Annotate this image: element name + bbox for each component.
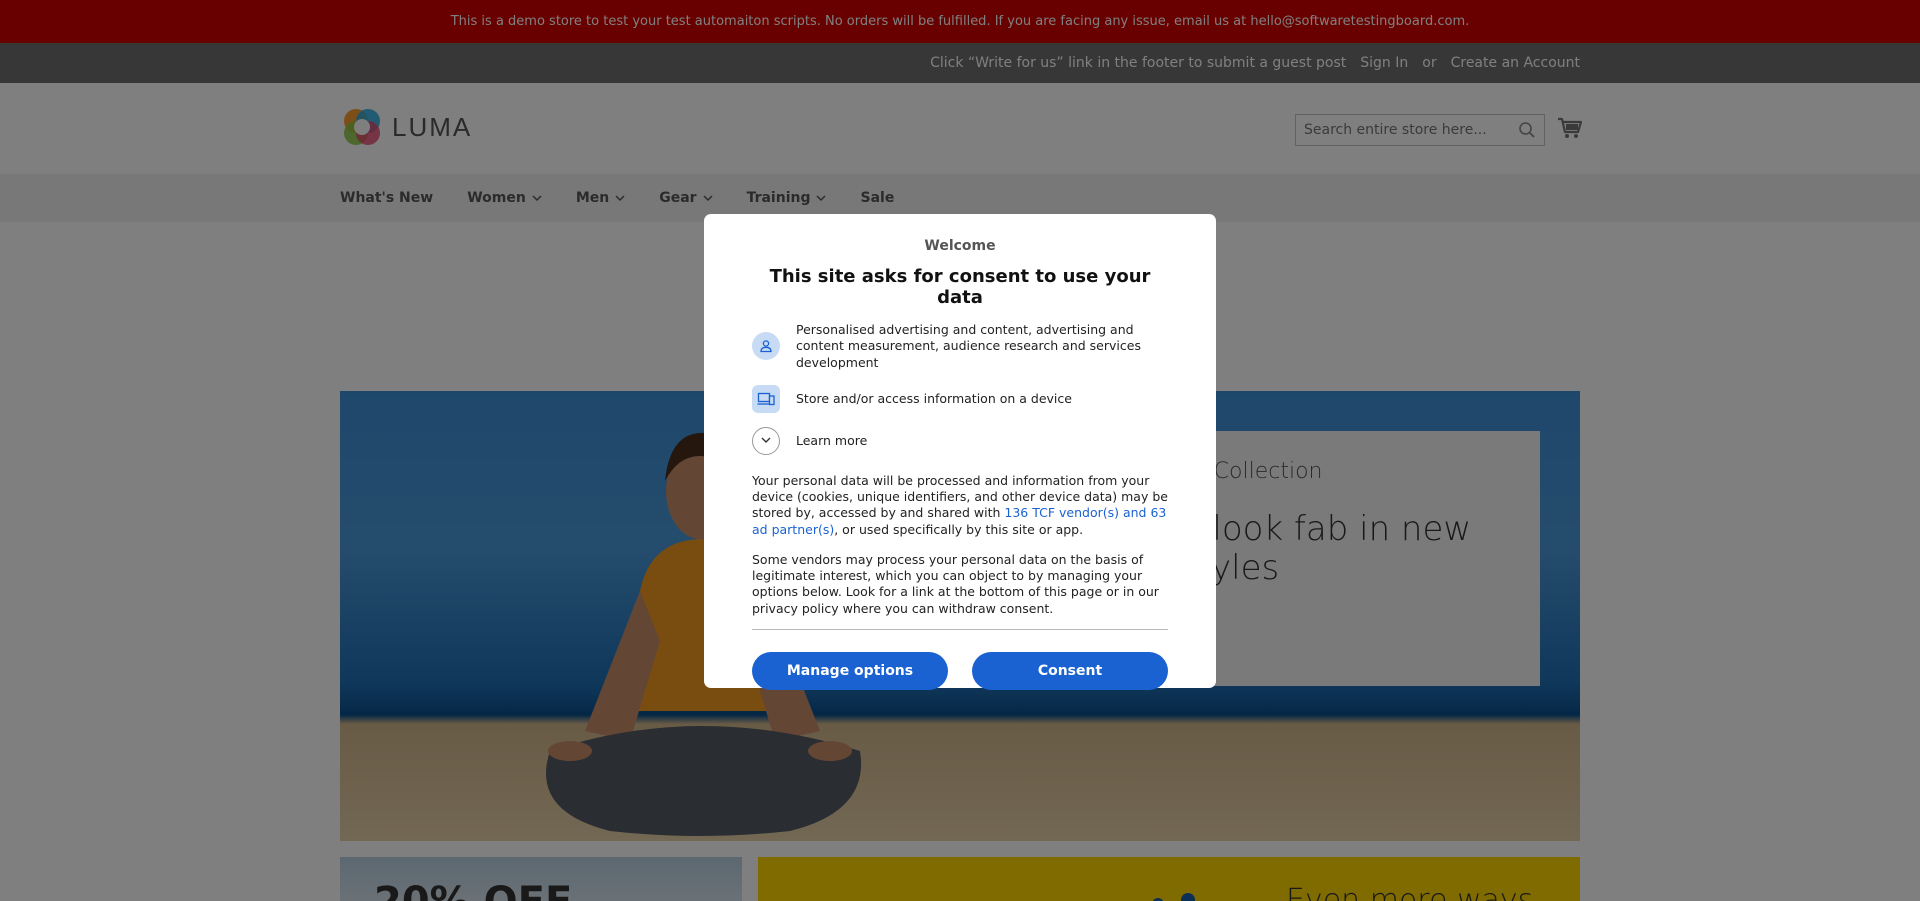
consent-description-1: Your personal data will be processed and… — [752, 473, 1168, 538]
consent-button[interactable]: Consent — [972, 651, 1168, 690]
consent-dialog: Welcome This site asks for consent to us… — [704, 214, 1216, 690]
consent-purpose-advertising-text: Personalised advertising and content, ad… — [796, 322, 1141, 370]
consent-purpose-advertising: Personalised advertising and content, ad… — [752, 322, 1168, 371]
consent-purpose-device-storage: Store and/or access information on a dev… — [752, 384, 1168, 413]
consent-actions: Manage options Consent — [752, 651, 1168, 690]
learn-more-label: Learn more — [796, 433, 868, 449]
consent-kicker: Welcome — [924, 238, 996, 254]
consent-title: This site asks for consent to use your d… — [769, 266, 1151, 308]
consent-divider — [752, 628, 1168, 630]
learn-more-toggle[interactable]: Learn more — [752, 426, 1168, 455]
devices-icon — [752, 384, 780, 413]
consent-purpose-device-storage-text: Store and/or access information on a dev… — [796, 390, 1072, 406]
chevron-down-icon[interactable] — [752, 426, 780, 455]
consent-description-2: Some vendors may process your personal d… — [752, 551, 1159, 616]
person-icon — [752, 332, 780, 361]
manage-options-button[interactable]: Manage options — [752, 651, 948, 690]
consent-description-1-end: , or used specifically by this site or a… — [834, 521, 1084, 537]
